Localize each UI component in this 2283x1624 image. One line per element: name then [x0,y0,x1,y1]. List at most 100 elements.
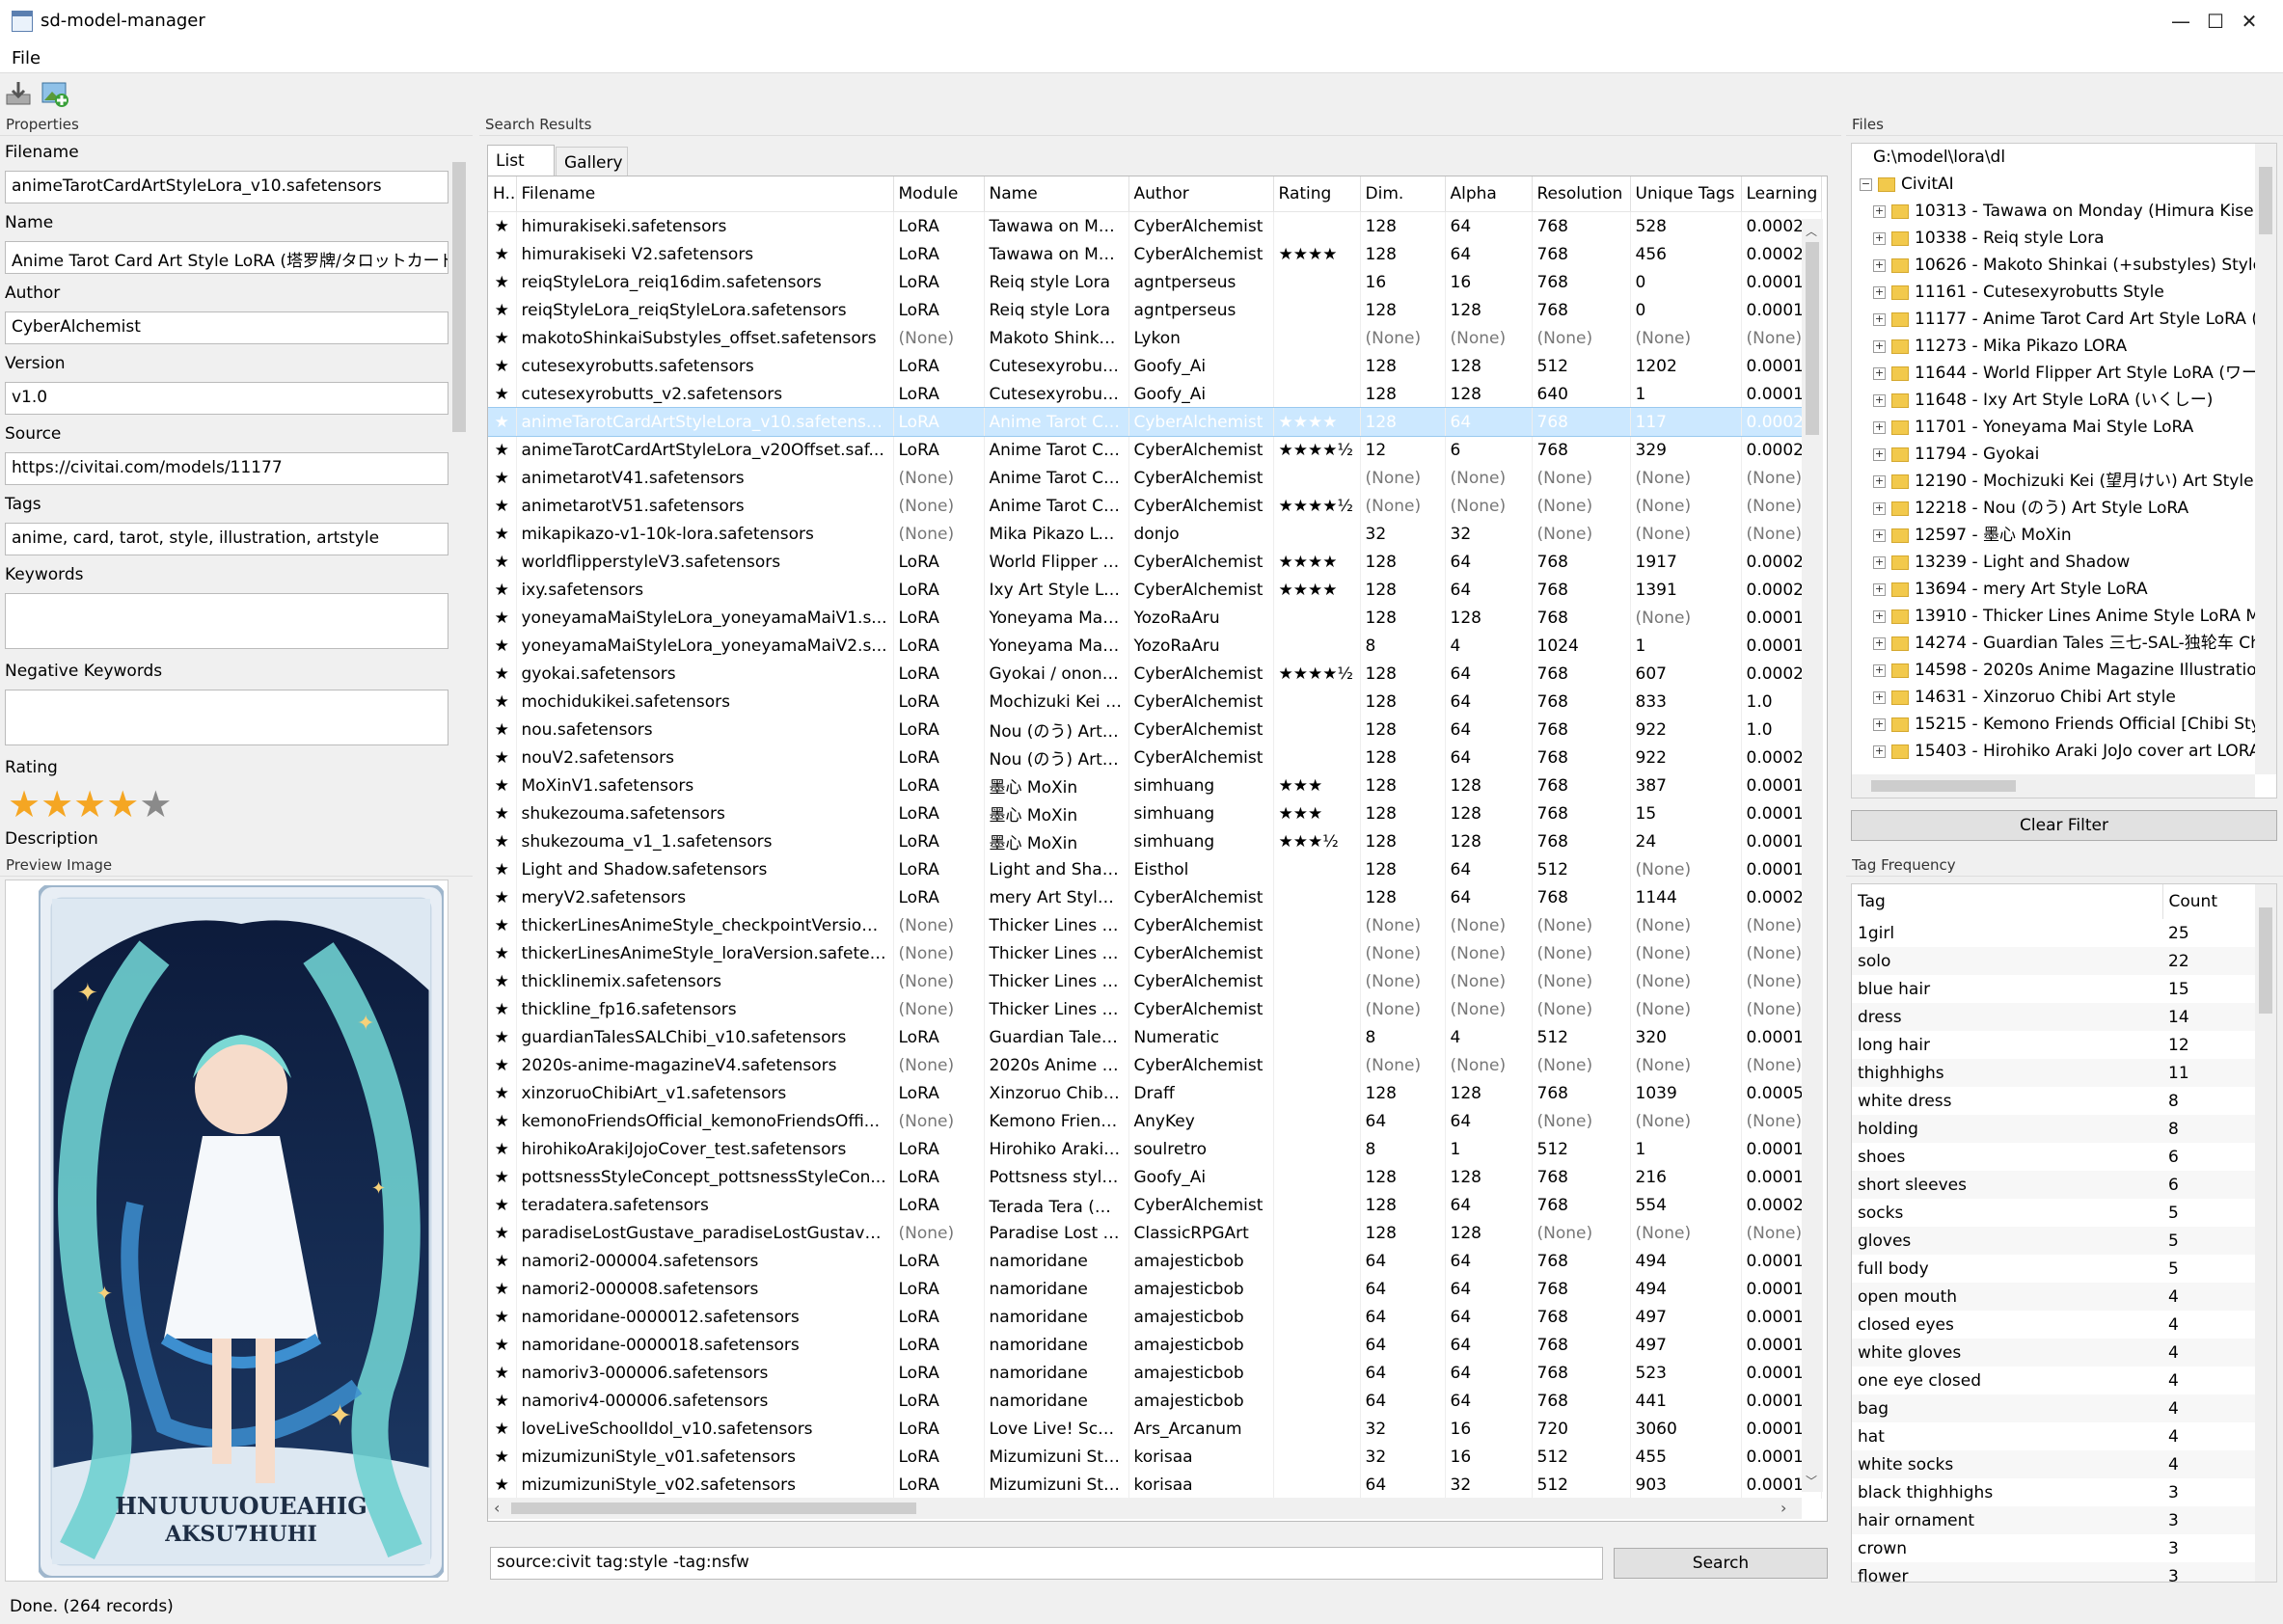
table-row[interactable]: ★ mochidukikei.safetensors LoRA Mochizuki K… [488,688,1822,716]
tag-row[interactable]: bag 4 [1852,1394,2257,1422]
tag-row[interactable]: open mouth 4 [1852,1283,2257,1311]
tag-row[interactable]: shoes 6 [1852,1143,2257,1171]
keywords-field[interactable] [5,593,448,649]
tag-row[interactable]: blue hair 15 [1852,975,2257,1003]
column-header[interactable]: Filename [516,176,894,212]
tag-row[interactable]: socks 5 [1852,1199,2257,1227]
expand-icon[interactable]: + [1873,204,1886,218]
tag-row[interactable]: long hair 12 [1852,1031,2257,1059]
tree-hscrollbar[interactable] [1852,774,2255,798]
source-field[interactable]: https://civitai.com/models/11177 [5,452,448,485]
tag-row[interactable]: thighhighs 11 [1852,1059,2257,1087]
tree-item[interactable]: +10626 - Makoto Shinkai (+substyles) Sty… [1852,252,2276,279]
results-vscrollbar[interactable]: ︿ ﹀ [1802,219,1823,1492]
table-row[interactable]: ★ guardianTalesSALChibi_v10.safetensors Lo… [488,1023,1822,1051]
column-header[interactable]: Alpha [1445,176,1533,212]
table-row[interactable]: ★ reiqStyleLora_reiq16dim.safetensors LoRA… [488,268,1822,296]
tree-item[interactable]: +12597 - 墨心 MoXin [1852,522,2276,549]
tree-item[interactable]: +11273 - Mika Pikazo LORA [1852,333,2276,360]
tag-row[interactable]: white dress 8 [1852,1087,2257,1115]
tag-vscrollbar[interactable] [2255,884,2276,1582]
expand-icon[interactable]: + [1873,474,1886,488]
author-field[interactable]: CyberAlchemist [5,311,448,344]
table-row[interactable]: ★ namoridane-0000018.safetensors LoRA namor… [488,1331,1822,1359]
tree-item[interactable]: +11177 - Anime Tarot Card Art Style LoRA… [1852,306,2276,333]
column-header[interactable]: Author [1128,176,1274,212]
table-row[interactable]: ★ worldflipperstyleV3.safetensors LoRA Worl… [488,548,1822,576]
table-row[interactable]: ★ cutesexyrobutts_v2.safetensors LoRA Cutes… [488,380,1822,408]
expand-icon[interactable]: + [1873,744,1886,758]
column-header[interactable]: Learning Rate [1741,176,1822,212]
tag-row[interactable]: short sleeves 6 [1852,1171,2257,1199]
table-row[interactable]: ★ thicklinemix.safetensors (None) Thicker L… [488,967,1822,995]
expand-icon[interactable]: + [1873,420,1886,434]
tree-vscrollbar[interactable] [2255,144,2276,774]
tag-row[interactable]: holding 8 [1852,1115,2257,1143]
expand-icon[interactable]: + [1873,528,1886,542]
table-row[interactable]: ★ animeTarotCardArtStyleLora_v20Offset.sa… [488,436,1822,464]
table-row[interactable]: ★ makotoShinkaiSubstyles_offset.safetenso… [488,324,1822,352]
table-row[interactable]: ★ nou.safetensors LoRA Nou (のう) Art St... Cy… [488,716,1822,744]
expand-icon[interactable]: + [1873,717,1886,731]
column-header[interactable]: H... [488,176,517,212]
name-field[interactable]: Anime Tarot Card Art Style LoRA (塔罗牌/タロッ… [5,241,448,274]
search-button[interactable]: Search [1614,1548,1828,1579]
tag-row[interactable]: black thighhighs 3 [1852,1478,2257,1506]
table-row[interactable]: ★ himurakiseki.safetensors LoRA Tawawa on M… [488,211,1822,240]
tree-item[interactable]: +11161 - Cutesexyrobutts Style [1852,279,2276,306]
close-button[interactable]: ✕ [2215,0,2283,44]
tree-item[interactable]: +15215 - Kemono Friends Official [Chibi … [1852,711,2276,738]
table-row[interactable]: ★ namoriv3-000006.safetensors LoRA namorida… [488,1359,1822,1387]
tree-item[interactable]: +13239 - Light and Shadow [1852,549,2276,576]
tree-item[interactable]: +10338 - Reiq style Lora [1852,225,2276,252]
tag-row[interactable]: closed eyes 4 [1852,1311,2257,1339]
tag-row[interactable]: hat 4 [1852,1422,2257,1450]
search-input[interactable]: source:civit tag:style -tag:nsfw [490,1547,1603,1580]
tags-field[interactable]: anime, card, tarot, style, illustration,… [5,523,448,555]
tree-item[interactable]: +14274 - Guardian Tales 三七-SAL-独轮车 Ch [1852,630,2276,657]
column-header[interactable]: Unique Tags [1630,176,1742,212]
table-row[interactable]: ★ animeTarotCardArtStyleLora_v10.safetens… [488,407,1822,437]
expand-icon[interactable]: + [1873,636,1886,650]
tag-row[interactable]: 1girl 25 [1852,919,2257,947]
tree-item[interactable]: +10313 - Tawawa on Monday (Himura Kiseki… [1852,198,2276,225]
expand-icon[interactable]: + [1873,663,1886,677]
expand-icon[interactable]: + [1873,690,1886,704]
tab-gallery[interactable]: Gallery [556,147,628,177]
table-row[interactable]: ★ paradiseLostGustave_paradiseLostGustave… [488,1219,1822,1247]
expand-icon[interactable]: + [1873,231,1886,245]
tag-column-header[interactable]: Tag [1852,884,2163,919]
tag-row[interactable]: full body 5 [1852,1255,2257,1283]
version-field[interactable]: v1.0 [5,382,448,415]
rating-star-icon[interactable]: ★ [73,783,106,826]
table-row[interactable]: ★ ixy.safetensors LoRA Ixy Art Style LoR...… [488,576,1822,604]
count-column-header[interactable]: Count [2162,884,2257,919]
expand-icon[interactable]: + [1873,582,1886,596]
tag-row[interactable]: gloves 5 [1852,1227,2257,1255]
rating-star-icon[interactable]: ★ [8,783,41,826]
tree-group-civitai[interactable]: − CivitAI [1852,171,2276,198]
table-row[interactable]: ★ pottsnessStyleConcept_pottsnessStyleCon… [488,1163,1822,1191]
table-row[interactable]: ★ thickerLinesAnimeStyle_checkpointVersio… [488,911,1822,939]
table-row[interactable]: ★ mizumizuniStyle_v02.safetensors LoRA Mizu… [488,1471,1822,1499]
table-row[interactable]: ★ shukezouma.safetensors LoRA 墨心 MoXin simhu… [488,799,1822,827]
scroll-up-icon[interactable]: ︿ [1806,223,1817,239]
clear-filter-button[interactable]: Clear Filter [1851,810,2277,841]
tree-item[interactable]: +13910 - Thicker Lines Anime Style LoRA … [1852,603,2276,630]
expand-icon[interactable]: + [1873,447,1886,461]
table-row[interactable]: ★ animetarotV51.safetensors (None) Anime Ta… [488,492,1822,520]
tag-row[interactable]: white gloves 4 [1852,1339,2257,1367]
table-row[interactable]: ★ thickerLinesAnimeStyle_loraVersion.safe… [488,939,1822,967]
tag-row[interactable]: dress 14 [1852,1003,2257,1031]
tree-item[interactable]: +12190 - Mochizuki Kei (望月けい) Art Style … [1852,468,2276,495]
scroll-right-icon[interactable]: › [1780,1499,1786,1517]
table-row[interactable]: ★ cutesexyrobutts.safetensors LoRA Cutesexy… [488,352,1822,380]
table-row[interactable]: ★ namori2-000008.safetensors LoRA namoridan… [488,1275,1822,1303]
tag-row[interactable]: solo 22 [1852,947,2257,975]
expand-icon[interactable]: + [1873,258,1886,272]
tree-item[interactable]: +15403 - Hirohiko Araki JoJo cover art L… [1852,738,2276,765]
tree-item[interactable]: +12218 - Nou (のう) Art Style LoRA [1852,495,2276,522]
table-row[interactable]: ★ loveLiveSchoolIdol_v10.safetensors LoRA L… [488,1415,1822,1443]
column-header[interactable]: Resolution [1532,176,1631,212]
table-row[interactable]: ★ hirohikoArakiJojoCover_test.safetensors… [488,1135,1822,1163]
